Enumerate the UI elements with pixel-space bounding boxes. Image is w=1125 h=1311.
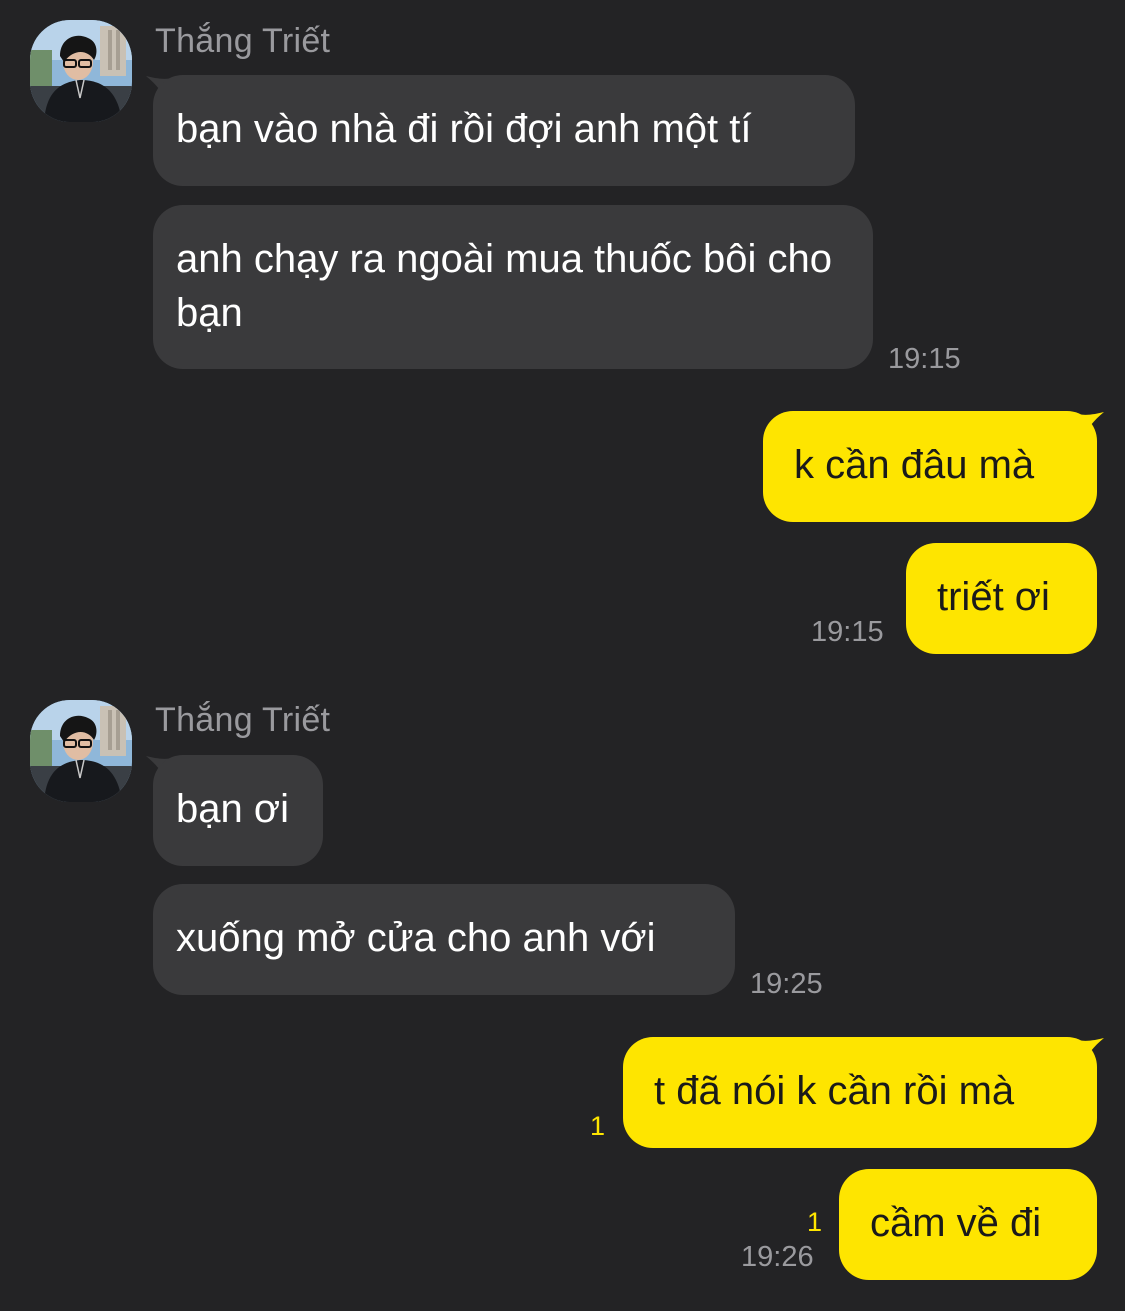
profile-photo-icon [30,20,132,122]
sender-avatar[interactable] [30,20,132,122]
sender-name: Thắng Triết [155,22,331,60]
chat-message-list[interactable]: Thắng Triết bạn vào nhà đi rồi đợi anh m… [0,0,1125,1311]
message-timestamp: 19:25 [750,968,823,1000]
message-bubble[interactable]: bạn vào nhà đi rồi đợi anh một tí [153,75,855,186]
message-bubble[interactable]: xuống mở cửa cho anh với [153,884,735,995]
unread-count: 1 [807,1207,823,1237]
message-text: anh chạy ra ngoài mua thuốc bôi cho bạn [176,237,832,335]
message-text: cầm về đi [870,1201,1042,1245]
message-bubble[interactable]: k cần đâu mà [763,411,1097,522]
message-bubble[interactable]: t đã nói k cần rồi mà [623,1037,1097,1148]
sender-name: Thắng Triết [155,701,331,739]
message-text: t đã nói k cần rồi mà [654,1069,1015,1113]
message-text: k cần đâu mà [794,443,1035,487]
message-text: bạn vào nhà đi rồi đợi anh một tí [176,107,752,151]
unread-count: 1 [590,1111,606,1141]
message-bubble[interactable]: cầm về đi [839,1169,1097,1280]
message-bubble[interactable]: bạn ơi [153,755,323,866]
message-timestamp: 19:15 [811,616,884,648]
profile-photo-icon [30,700,132,802]
message-bubble[interactable]: triết ơi [906,543,1097,654]
message-timestamp: 19:26 [741,1241,814,1273]
message-text: bạn ơi [176,787,289,831]
message-timestamp: 19:15 [888,343,961,375]
message-text: xuống mở cửa cho anh với [176,916,656,960]
message-text: triết ơi [937,575,1050,619]
sender-avatar[interactable] [30,700,132,802]
message-bubble[interactable]: anh chạy ra ngoài mua thuốc bôi cho bạn [153,205,873,369]
